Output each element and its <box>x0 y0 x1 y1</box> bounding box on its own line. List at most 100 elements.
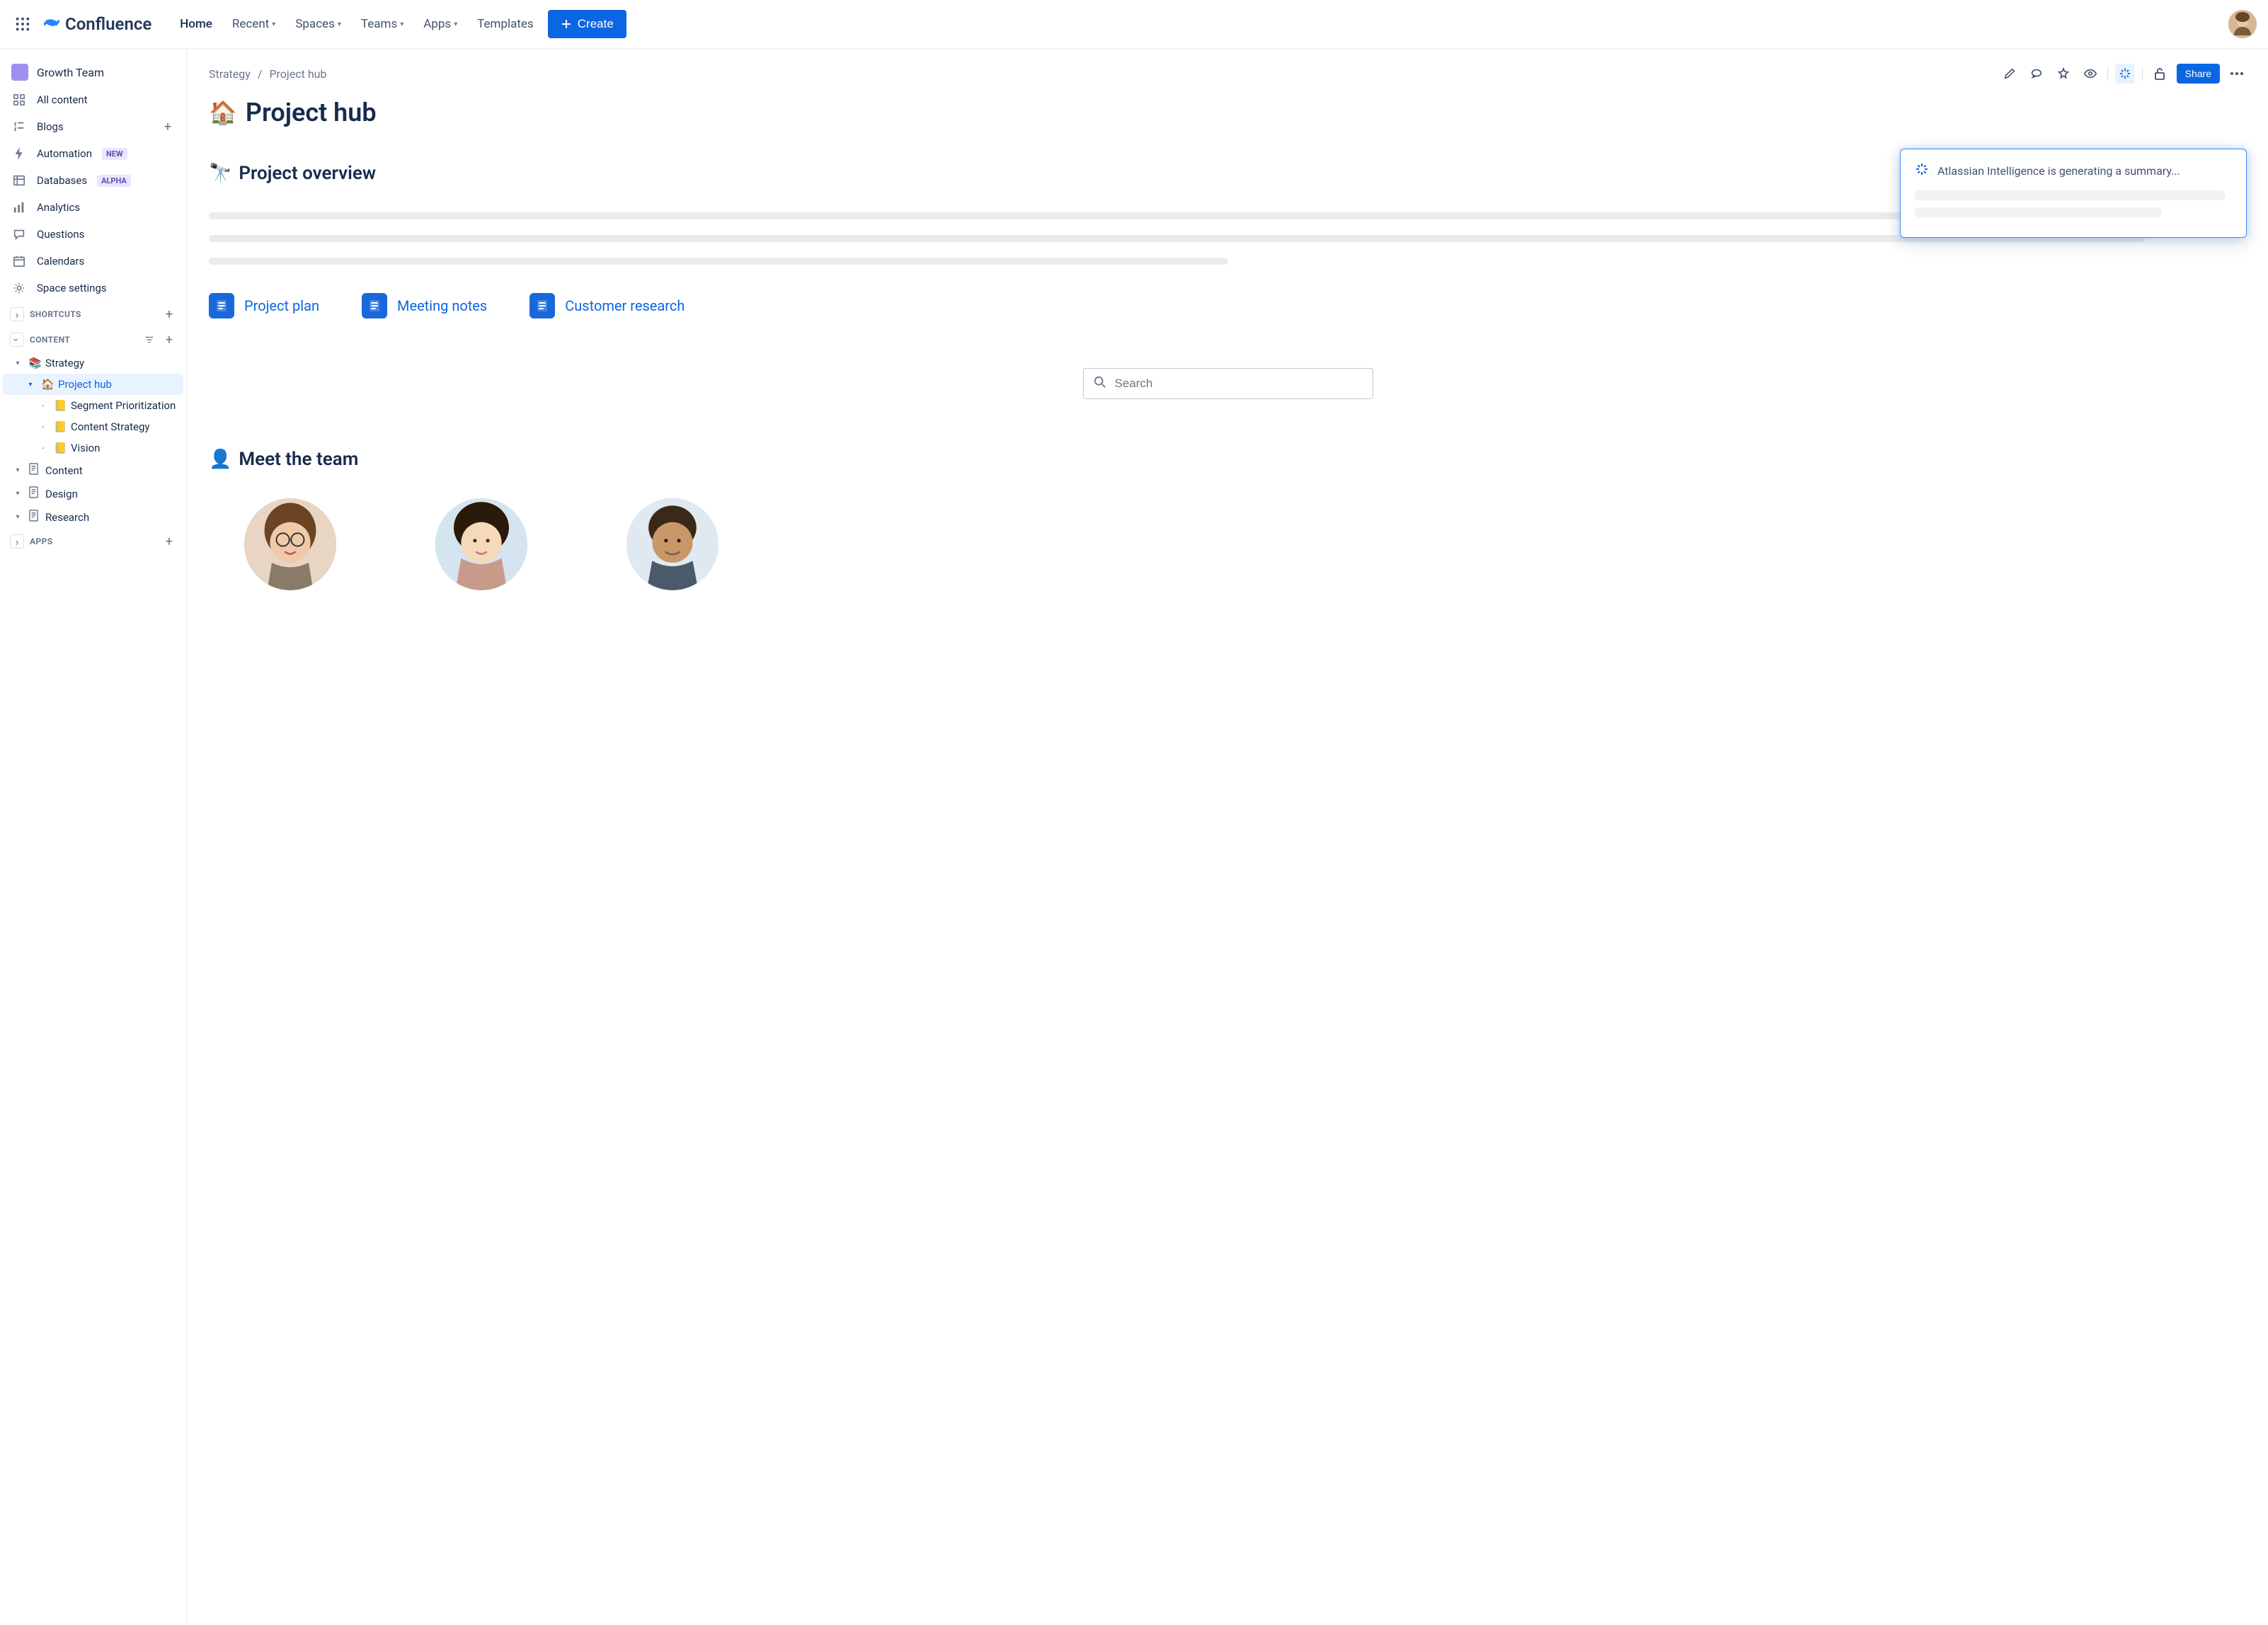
search-input[interactable] <box>1115 377 1363 391</box>
add-shortcut-icon[interactable]: + <box>162 307 176 321</box>
breadcrumb: Strategy / Project hub <box>209 67 326 81</box>
logo-text: Confluence <box>65 14 151 34</box>
page-icon <box>28 486 41 501</box>
breadcrumb-row: Strategy / Project hub Share <box>209 64 2247 84</box>
chevron-down-icon[interactable]: ▾ <box>11 357 24 369</box>
comment-icon[interactable] <box>2027 64 2046 84</box>
analytics-icon <box>11 200 27 215</box>
chevron-down-icon[interactable]: › <box>10 333 24 347</box>
ledger-emoji: 📒 <box>54 399 67 412</box>
house-emoji: 🏠 <box>41 378 54 391</box>
nav-teams[interactable]: Teams▾ <box>355 13 409 35</box>
main-content: Strategy / Project hub Share 🏠 Project h… <box>188 50 2268 1624</box>
doc-link-customer-research[interactable]: Customer research <box>529 293 685 318</box>
chevron-down-icon[interactable]: ▾ <box>11 488 24 500</box>
ai-popup-header: Atlassian Intelligence is generating a s… <box>1915 162 2232 179</box>
meet-team-heading: Meet the team <box>239 449 358 470</box>
telescope-emoji: 🔭 <box>209 163 231 184</box>
add-content-icon[interactable]: + <box>162 333 176 347</box>
chevron-down-icon: ▾ <box>400 21 403 28</box>
sidebar-calendars[interactable]: Calendars <box>3 248 183 275</box>
doc-link-project-plan[interactable]: Project plan <box>209 293 319 318</box>
team-member-avatar[interactable] <box>244 498 336 590</box>
lightning-icon <box>11 146 27 161</box>
person-emoji: 👤 <box>209 449 231 470</box>
watch-icon[interactable] <box>2080 64 2100 84</box>
space-header[interactable]: Growth Team <box>3 58 183 86</box>
lock-icon[interactable] <box>2150 64 2170 84</box>
page-icon <box>362 293 387 318</box>
sidebar-analytics[interactable]: Analytics <box>3 194 183 221</box>
tree-project-hub[interactable]: ▾ 🏠 Project hub <box>3 374 183 395</box>
chevron-down-icon[interactable]: ▾ <box>11 511 24 524</box>
bullet-icon: • <box>37 445 50 452</box>
section-meet-team: 👤 Meet the team <box>209 449 2247 470</box>
tree-segment-prioritization[interactable]: • 📒 Segment Prioritization <box>3 395 183 416</box>
chevron-down-icon: ▾ <box>338 21 341 28</box>
chevron-right-icon[interactable]: › <box>10 307 24 321</box>
chevron-down-icon: ▾ <box>272 21 275 28</box>
bullet-icon: • <box>37 424 50 430</box>
section-shortcuts[interactable]: › SHORTCUTS + <box>3 302 183 327</box>
doc-links: Project plan Meeting notes Customer rese… <box>209 293 2247 318</box>
chevron-right-icon[interactable]: › <box>10 534 24 549</box>
search-box[interactable] <box>1083 368 1373 399</box>
breadcrumb-parent[interactable]: Strategy <box>209 67 251 81</box>
doc-link-meeting-notes[interactable]: Meeting notes <box>362 293 487 318</box>
sidebar-space-settings[interactable]: Space settings <box>3 275 183 302</box>
nav-spaces[interactable]: Spaces▾ <box>290 13 347 35</box>
tree-vision[interactable]: • 📒 Vision <box>3 437 183 459</box>
space-icon <box>11 64 28 81</box>
tree-research[interactable]: ▾ Research <box>3 505 183 529</box>
add-app-icon[interactable]: + <box>162 534 176 549</box>
profile-avatar[interactable] <box>2228 10 2257 38</box>
more-icon[interactable] <box>2227 64 2247 84</box>
chevron-down-icon[interactable]: ▾ <box>24 378 37 391</box>
sidebar-questions[interactable]: Questions <box>3 221 183 248</box>
star-icon[interactable] <box>2054 64 2073 84</box>
search-wrap <box>209 368 2247 399</box>
breadcrumb-current[interactable]: Project hub <box>269 67 326 81</box>
grid-icon <box>11 92 27 108</box>
page-title: Project hub <box>246 98 377 127</box>
tree-content[interactable]: ▾ Content <box>3 459 183 482</box>
space-name: Growth Team <box>37 66 104 79</box>
app-switcher-icon[interactable] <box>11 13 34 35</box>
team-member-avatar[interactable] <box>435 498 527 590</box>
nav-apps[interactable]: Apps▾ <box>418 13 463 35</box>
skeleton-line <box>1915 207 2162 217</box>
overview-heading: Project overview <box>239 163 376 184</box>
bullet-icon: • <box>37 403 50 409</box>
page-title-row: 🏠 Project hub <box>209 98 2247 127</box>
skeleton-line <box>209 212 2145 219</box>
create-button[interactable]: Create <box>548 10 626 38</box>
confluence-icon <box>42 13 61 35</box>
sidebar-blogs[interactable]: Blogs + <box>3 113 183 140</box>
team-member-avatar[interactable] <box>626 498 718 590</box>
nav-recent[interactable]: Recent▾ <box>227 13 281 35</box>
tree-strategy[interactable]: ▾ 📚 Strategy <box>3 352 183 374</box>
nav-home[interactable]: Home <box>174 13 218 35</box>
page-icon <box>28 463 41 478</box>
gear-icon <box>11 280 27 296</box>
nav-templates[interactable]: Templates <box>471 13 539 35</box>
section-apps[interactable]: › APPS + <box>3 529 183 554</box>
tree-design[interactable]: ▾ Design <box>3 482 183 505</box>
books-emoji: 📚 <box>28 357 41 369</box>
edit-icon[interactable] <box>2000 64 2020 84</box>
sidebar-all-content[interactable]: All content <box>3 86 183 113</box>
house-emoji: 🏠 <box>209 99 237 126</box>
share-button[interactable]: Share <box>2177 64 2220 84</box>
ledger-emoji: 📒 <box>54 420 67 433</box>
sidebar-databases[interactable]: Databases ALPHA <box>3 167 183 194</box>
ai-icon[interactable] <box>2115 64 2135 84</box>
section-content[interactable]: › CONTENT + <box>3 327 183 352</box>
filter-icon[interactable] <box>142 333 156 347</box>
add-blog-icon[interactable]: + <box>161 120 175 134</box>
sidebar-automation[interactable]: Automation NEW <box>3 140 183 167</box>
database-icon <box>11 173 27 188</box>
top-navigation: Confluence Home Recent▾ Spaces▾ Teams▾ A… <box>0 0 2268 50</box>
confluence-logo[interactable]: Confluence <box>42 13 151 35</box>
chevron-down-icon[interactable]: ▾ <box>11 464 24 477</box>
tree-content-strategy[interactable]: • 📒 Content Strategy <box>3 416 183 437</box>
